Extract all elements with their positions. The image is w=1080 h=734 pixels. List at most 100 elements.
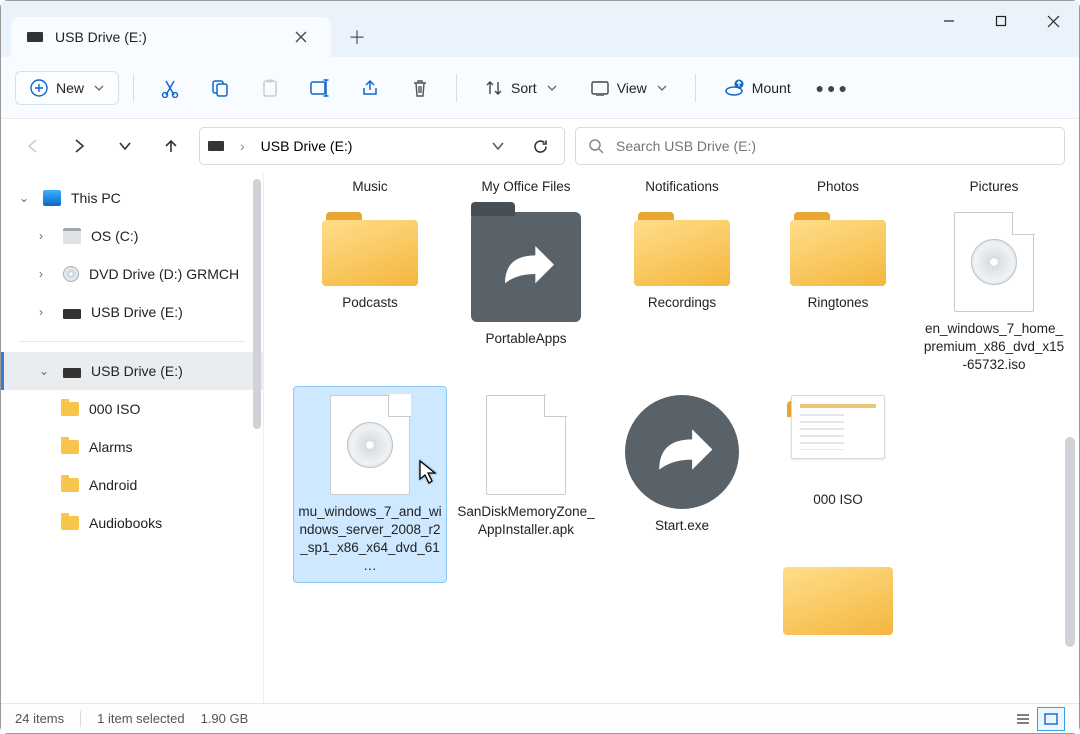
maximize-button[interactable] (975, 1, 1027, 41)
forward-button[interactable] (61, 128, 97, 164)
file-icon (486, 395, 566, 495)
tree-usb-e[interactable]: › USB Drive (E:) (1, 293, 263, 331)
item-apk[interactable]: SanDiskMemoryZone_AppInstaller.apk (450, 387, 602, 582)
tree-this-pc[interactable]: ⌄ This PC (1, 179, 263, 217)
item-startexe[interactable]: Start.exe (606, 387, 758, 582)
folder-icon (61, 478, 79, 492)
rename-button[interactable] (298, 69, 342, 107)
file-row: mu_windows_7_and_windows_server_2008_r2_… (264, 387, 1079, 582)
delete-button[interactable] (398, 69, 442, 107)
refresh-button[interactable] (524, 130, 556, 162)
item-label: Pictures (918, 173, 1070, 200)
address-bar[interactable]: › USB Drive (E:) (199, 127, 565, 165)
up-button[interactable] (153, 128, 189, 164)
share-button[interactable] (348, 69, 392, 107)
divider (19, 341, 245, 342)
folder-icon (634, 212, 730, 286)
item-000iso-folder[interactable]: 000 ISO (762, 387, 914, 582)
folder-icon (322, 212, 418, 286)
chevron-down-icon[interactable]: ⌄ (19, 191, 33, 205)
tab-usb-drive[interactable]: USB Drive (E:) (11, 17, 331, 57)
view-button[interactable]: View (577, 73, 681, 103)
drive-icon (63, 228, 81, 244)
tree-os-c[interactable]: › OS (C:) (1, 217, 263, 255)
tree-usb-e-expanded[interactable]: ⌄ USB Drive (E:) (1, 352, 263, 390)
item-ringtones[interactable]: Ringtones (762, 204, 914, 381)
new-tab-button[interactable]: ＋ (343, 23, 371, 51)
item-iso2-selected[interactable]: mu_windows_7_and_windows_server_2008_r2_… (294, 387, 446, 582)
status-bar: 24 items 1 item selected 1.90 GB (1, 703, 1079, 733)
folder-icon (790, 212, 886, 286)
address-dropdown-button[interactable] (482, 130, 514, 162)
item-label: Notifications (606, 173, 758, 200)
chevron-down-icon[interactable]: ⌄ (39, 364, 53, 378)
folder-preview-icon (783, 395, 893, 483)
content-pane: Music My Office Files Notifications Phot… (264, 173, 1079, 703)
tree-folder-alarms[interactable]: Alarms (1, 428, 263, 466)
copy-button[interactable] (198, 69, 242, 107)
item-label: Photos (762, 173, 914, 200)
item-label: Music (294, 173, 446, 200)
status-item-count: 24 items (15, 711, 64, 726)
toolbar: New Sort View Mount ●●● (1, 57, 1079, 119)
cursor-icon (418, 459, 438, 485)
dvd-icon (63, 266, 79, 282)
file-row: Podcasts PortableApps Recordings Rington… (264, 204, 1079, 381)
new-button[interactable]: New (15, 71, 119, 105)
cut-button[interactable] (148, 69, 192, 107)
mount-button[interactable]: Mount (710, 72, 805, 104)
tree-folder-android[interactable]: Android (1, 466, 263, 504)
chevron-right-icon: › (234, 138, 251, 154)
chevron-down-icon (657, 83, 667, 93)
search-input[interactable] (616, 138, 1052, 154)
usb-drive-icon (27, 32, 43, 42)
chevron-down-icon (94, 83, 104, 93)
tree-dvd-d[interactable]: › DVD Drive (D:) GRMCH (1, 255, 263, 293)
plus-circle-icon (30, 79, 48, 97)
exe-shortcut-icon (625, 395, 739, 509)
folder-shortcut-icon (471, 212, 581, 322)
navigation-row: › USB Drive (E:) (1, 119, 1079, 173)
divider (80, 711, 81, 727)
tab-title: USB Drive (E:) (55, 29, 275, 45)
back-button[interactable] (15, 128, 51, 164)
tree-folder-audiobooks[interactable]: Audiobooks (1, 504, 263, 542)
status-selection: 1 item selected (97, 711, 184, 726)
tab-close-button[interactable] (287, 23, 315, 51)
sidebar: ⌄ This PC › OS (C:) › DVD Drive (D:) GRM… (1, 173, 264, 703)
view-icon (591, 80, 609, 96)
search-icon (588, 138, 604, 154)
content-scrollbar[interactable] (1065, 437, 1075, 647)
sidebar-scrollbar[interactable] (253, 179, 261, 429)
chevron-right-icon[interactable]: › (39, 305, 53, 319)
sort-button[interactable]: Sort (471, 72, 571, 104)
divider (456, 74, 457, 102)
chevron-right-icon[interactable]: › (39, 267, 53, 281)
divider (695, 74, 696, 102)
minimize-button[interactable] (923, 1, 975, 41)
iso-file-icon (954, 212, 1034, 312)
item-portableapps[interactable]: PortableApps (450, 204, 602, 381)
address-segment[interactable]: USB Drive (E:) (261, 138, 353, 154)
view-icons-button[interactable] (1037, 707, 1065, 731)
view-details-button[interactable] (1009, 707, 1037, 731)
close-button[interactable] (1027, 1, 1079, 41)
folder-icon (61, 440, 79, 454)
view-toggle (1009, 707, 1065, 731)
search-box[interactable] (575, 127, 1065, 165)
chevron-right-icon[interactable]: › (39, 229, 53, 243)
paste-button (248, 69, 292, 107)
item-recordings[interactable]: Recordings (606, 204, 758, 381)
divider (133, 74, 134, 102)
recent-button[interactable] (107, 128, 143, 164)
usb-drive-icon (63, 309, 81, 319)
tree-folder-000iso[interactable]: 000 ISO (1, 390, 263, 428)
item-iso1[interactable]: en_windows_7_home_premium_x86_dvd_x15-65… (918, 204, 1070, 381)
file-row-labels: Music My Office Files Notifications Phot… (264, 173, 1079, 200)
iso-file-icon (330, 395, 410, 495)
more-button[interactable]: ●●● (811, 69, 855, 107)
pc-icon (43, 190, 61, 206)
window-controls (923, 1, 1079, 41)
usb-drive-icon (63, 368, 81, 378)
item-podcasts[interactable]: Podcasts (294, 204, 446, 381)
